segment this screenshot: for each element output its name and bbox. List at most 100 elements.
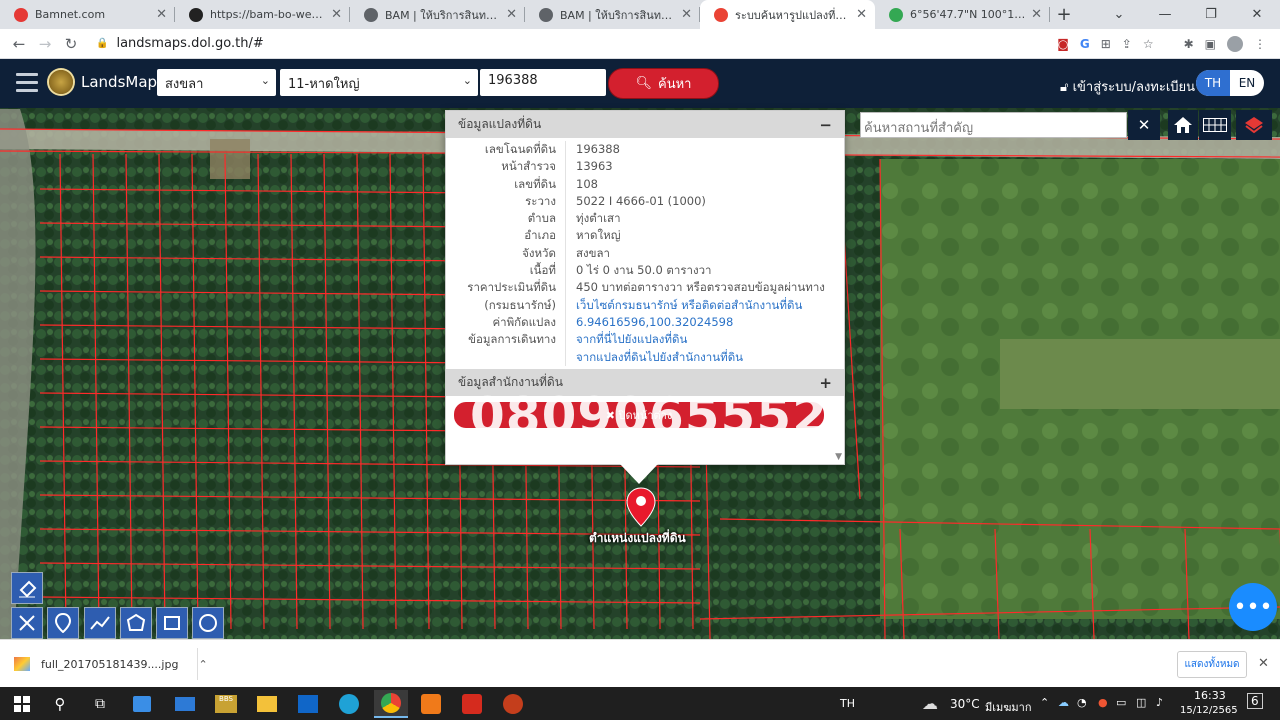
mail-icon[interactable] bbox=[171, 690, 199, 718]
sidepanel-icon[interactable]: ▣ bbox=[1205, 37, 1216, 51]
windows-taskbar: ⚲ ⧉ BBS TH ☁ 30°C มีเมฆมาก ⌃ ☁ ◔ ● ▭ ◫ ♪… bbox=[0, 687, 1280, 720]
google-icon[interactable]: G bbox=[1080, 37, 1090, 51]
input-language[interactable]: TH bbox=[840, 697, 855, 710]
notification-icon[interactable]: 6 bbox=[1247, 693, 1263, 709]
forward-icon[interactable]: → bbox=[32, 35, 58, 53]
browser-tab[interactable]: BAM | ให้บริการสินทรัพย์ด้านอส... ✕ bbox=[350, 0, 525, 29]
browser-tab[interactable]: ระบบค้นหารูปแปลงที่ดิน (LandsMaps) ✕ bbox=[700, 0, 875, 29]
close-tab-icon[interactable]: ✕ bbox=[1031, 7, 1042, 22]
weather-text[interactable]: มีเมฆมาก bbox=[985, 698, 1032, 716]
eraser-tool-icon[interactable] bbox=[11, 572, 43, 604]
lang-th-button[interactable]: TH bbox=[1196, 70, 1230, 96]
url-field[interactable]: 🔒 landsmaps.dol.go.th/# bbox=[96, 36, 264, 51]
display-icon[interactable]: ▭ bbox=[1116, 696, 1126, 709]
parcel-info-header[interactable]: ข้อมูลแปลงที่ดิน − bbox=[446, 111, 844, 138]
bbs-app-icon[interactable]: BBS bbox=[212, 690, 240, 718]
parcel-info-popup: ข้อมูลแปลงที่ดิน − เลขโฉนดที่ดิน 196388 หน้… bbox=[445, 110, 845, 465]
rectangle-tool-icon[interactable] bbox=[156, 607, 188, 639]
home-icon[interactable] bbox=[1168, 110, 1198, 140]
profile-avatar[interactable] bbox=[1227, 36, 1243, 52]
chevron-down-icon[interactable]: ⌄ bbox=[1096, 0, 1142, 29]
place-search-input[interactable]: ค้นหาสถานที่สำคัญ bbox=[860, 112, 1127, 138]
more-options-button[interactable]: ••• bbox=[1229, 583, 1277, 631]
menu-kebab-icon[interactable]: ⋮ bbox=[1254, 37, 1266, 51]
bookmark-star-icon[interactable]: ☆ bbox=[1143, 37, 1154, 51]
location-pin-icon[interactable] bbox=[626, 487, 656, 531]
info-link[interactable]: จากแปลงที่ดินไปยังสำนักงานที่ดิน bbox=[566, 349, 743, 366]
polygon-tool-icon[interactable] bbox=[120, 607, 152, 639]
chevron-up-icon[interactable]: ⌃ bbox=[198, 658, 207, 671]
info-row: ระวาง 5022 I 4666-01 (1000) bbox=[446, 192, 844, 211]
camera-blocked-icon[interactable]: ◙ bbox=[1057, 37, 1069, 51]
network-icon[interactable]: ◫ bbox=[1136, 696, 1146, 709]
browser-tab[interactable]: Bamnet.com ✕ bbox=[0, 0, 175, 29]
outlook-icon[interactable] bbox=[294, 690, 322, 718]
close-tab-icon[interactable]: ✕ bbox=[681, 7, 692, 22]
marker-tool-icon[interactable] bbox=[47, 607, 79, 639]
downloads-bar: full_201705181439....jpg ⌃ แสดงทั้งหมด ✕ bbox=[0, 639, 1280, 687]
language-toggle: TH EN bbox=[1196, 70, 1264, 96]
map-view[interactable]: LandsMaps สงขลา ⌄ 11-หาดใหญ่ ⌄ 196388 🔍︎ ค้… bbox=[0, 59, 1280, 639]
info-label: จังหวัด bbox=[446, 244, 566, 263]
lang-en-button[interactable]: EN bbox=[1230, 70, 1264, 96]
system-tray-icon[interactable]: ◔ bbox=[1077, 696, 1087, 709]
info-link[interactable]: จากที่นี่ไปยังแปลงที่ดิน bbox=[566, 331, 687, 348]
temperature[interactable]: 30°C bbox=[950, 697, 980, 711]
minimize-button[interactable]: — bbox=[1142, 0, 1188, 29]
close-icon[interactable]: ✕ bbox=[1258, 656, 1269, 671]
collapse-icon[interactable]: − bbox=[819, 116, 832, 134]
hamburger-menu-icon[interactable] bbox=[16, 73, 38, 93]
close-icon[interactable]: ✕ bbox=[1128, 110, 1160, 140]
close-tab-icon[interactable]: ✕ bbox=[331, 7, 342, 22]
grid-icon[interactable] bbox=[1199, 110, 1231, 140]
new-tab-button[interactable]: + bbox=[1050, 0, 1078, 29]
search-icon[interactable]: ⚲ bbox=[46, 690, 74, 718]
extensions-icon[interactable]: ✱ bbox=[1184, 37, 1194, 51]
antivirus-icon[interactable]: ● bbox=[1098, 696, 1108, 709]
store-icon[interactable] bbox=[128, 690, 156, 718]
browser-tab[interactable]: BAM | ให้บริการสินทรัพย์ด้านอส... ✕ bbox=[525, 0, 700, 29]
info-link[interactable]: 6.94616596,100.32024598 bbox=[566, 314, 733, 331]
circle-tool-icon[interactable] bbox=[192, 607, 224, 639]
login-link[interactable]: 🔓︎ เข้าสู่ระบบ/ลงทะเบียน bbox=[1060, 76, 1195, 97]
info-link[interactable]: เว็บไซต์กรมธนารักษ์ หรือติดต่อสำนักงานที… bbox=[566, 297, 802, 314]
close-tab-icon[interactable]: ✕ bbox=[156, 7, 167, 22]
info-value: ทุ่งตำเสา bbox=[576, 211, 621, 226]
close-tab-icon[interactable]: ✕ bbox=[506, 7, 517, 22]
chrome-icon[interactable] bbox=[374, 690, 408, 718]
home-app-icon[interactable] bbox=[417, 690, 445, 718]
close-tab-icon[interactable]: ✕ bbox=[856, 7, 867, 22]
clock-time[interactable]: 16:33 bbox=[1194, 689, 1226, 702]
share-icon[interactable]: ⇪ bbox=[1122, 37, 1132, 51]
windows-start-icon[interactable] bbox=[8, 690, 36, 718]
district-select[interactable]: 11-หาดใหญ่ ⌄ bbox=[280, 69, 478, 96]
chevron-up-icon[interactable]: ⌃ bbox=[1040, 696, 1049, 709]
browser-tab[interactable]: https://bam-bo-web-prd.bam... ✕ bbox=[175, 0, 350, 29]
browser-tab[interactable]: 6°56'47.7"N 100°19'07.7"E - Go ✕ bbox=[875, 0, 1050, 29]
edge-icon[interactable] bbox=[335, 690, 363, 718]
reload-icon[interactable]: ↻ bbox=[58, 35, 84, 53]
info-label bbox=[446, 348, 566, 366]
download-item[interactable]: full_201705181439....jpg ⌃ bbox=[14, 657, 208, 671]
powerpoint-icon[interactable] bbox=[499, 690, 527, 718]
download-filename: full_201705181439....jpg bbox=[41, 657, 179, 671]
parcel-number-input[interactable]: 196388 bbox=[480, 69, 606, 96]
translate-icon[interactable]: ⊞ bbox=[1101, 37, 1111, 51]
acrobat-icon[interactable] bbox=[458, 690, 486, 718]
onedrive-icon[interactable]: ☁ bbox=[1058, 696, 1069, 709]
scroll-down-icon[interactable]: ▼ bbox=[835, 452, 842, 462]
search-button[interactable]: 🔍︎ ค้นหา bbox=[608, 68, 719, 99]
file-explorer-icon[interactable] bbox=[253, 690, 281, 718]
volume-icon[interactable]: ♪ bbox=[1156, 696, 1163, 709]
clock-date[interactable]: 15/12/2565 bbox=[1180, 705, 1238, 716]
measure-tool-icon[interactable] bbox=[11, 607, 43, 639]
restore-button[interactable]: ❐ bbox=[1188, 0, 1234, 29]
brand-name: LandsMaps bbox=[81, 73, 165, 91]
task-view-icon[interactable]: ⧉ bbox=[86, 690, 114, 718]
layers-icon[interactable] bbox=[1236, 110, 1272, 140]
back-icon[interactable]: ← bbox=[6, 35, 32, 53]
close-window-button[interactable]: ✕ bbox=[1234, 0, 1280, 29]
polyline-tool-icon[interactable] bbox=[84, 607, 116, 639]
province-select[interactable]: สงขลา ⌄ bbox=[157, 69, 276, 96]
show-all-button[interactable]: แสดงทั้งหมด bbox=[1177, 651, 1247, 678]
